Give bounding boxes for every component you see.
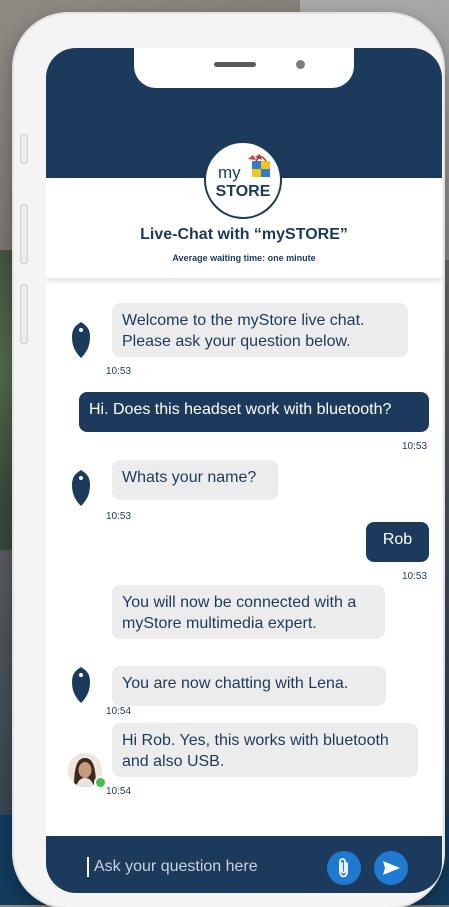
phone-side-button bbox=[20, 134, 28, 164]
phone-frame: my STORE Live-Chat with “mySTORE” Averag… bbox=[14, 14, 443, 907]
send-button[interactable] bbox=[374, 851, 408, 885]
message-bubble: Welcome to the myStore live chat. Please… bbox=[112, 303, 408, 357]
message-line: Please ask your question below. bbox=[122, 333, 351, 350]
message-line: Welcome to the myStore live chat. bbox=[122, 312, 365, 329]
paperclip-icon bbox=[339, 858, 348, 878]
message-time: 10:53 bbox=[106, 511, 132, 522]
store-logo: my STORE bbox=[204, 141, 282, 219]
message-list[interactable]: Welcome to the myStore live chat. Please… bbox=[46, 282, 442, 837]
phone-volume-down bbox=[20, 284, 28, 344]
shopping-bag-icon bbox=[248, 154, 270, 177]
message-bubble: Whats your name? bbox=[112, 460, 278, 500]
message-bubble: Rob bbox=[366, 522, 429, 562]
message-line: You are now chatting with Lena. bbox=[122, 675, 349, 692]
logo-text-my: my bbox=[218, 163, 241, 182]
message-time: 10:53 bbox=[402, 441, 428, 452]
message-line: You will now be connected with a bbox=[122, 594, 357, 611]
message-line: Hi Rob. Yes, this works with bluetooth bbox=[122, 732, 389, 749]
chat-composer bbox=[46, 836, 442, 893]
chat-title: Live-Chat with “mySTORE” bbox=[140, 226, 348, 243]
message-line: myStore multimedia expert. bbox=[122, 615, 317, 632]
phone-notch bbox=[134, 48, 354, 88]
bot-avatar-icon bbox=[72, 322, 90, 358]
message-line: and also USB. bbox=[122, 753, 225, 770]
message-bubble: You will now be connected with a myStore… bbox=[112, 585, 385, 639]
message-bubble: Hi Rob. Yes, this works with bluetooth a… bbox=[112, 723, 418, 777]
message-line: Whats your name? bbox=[122, 469, 257, 486]
attach-button[interactable] bbox=[327, 851, 361, 885]
phone-screen: my STORE Live-Chat with “mySTORE” Averag… bbox=[46, 48, 442, 893]
front-camera bbox=[296, 60, 305, 69]
message-input[interactable] bbox=[94, 850, 324, 884]
bot-avatar-icon bbox=[72, 470, 90, 506]
send-icon bbox=[383, 861, 400, 875]
waiting-time: Average waiting time: one minute bbox=[172, 253, 316, 263]
message-time: 10:53 bbox=[106, 366, 132, 377]
online-status-dot bbox=[94, 776, 107, 789]
logo-text-store: STORE bbox=[215, 183, 271, 200]
phone-volume-up bbox=[20, 204, 28, 264]
message-time: 10:54 bbox=[106, 706, 132, 717]
speaker-grille bbox=[214, 62, 256, 67]
message-line: Rob bbox=[382, 531, 413, 548]
message-time: 10:54 bbox=[106, 786, 132, 797]
message-bubble: Hi. Does this headset work with bluetoot… bbox=[79, 392, 429, 432]
message-line: Hi. Does this headset work with bluetoot… bbox=[89, 401, 392, 418]
text-cursor bbox=[87, 857, 89, 877]
bot-avatar-icon bbox=[72, 667, 90, 703]
message-bubble: You are now chatting with Lena. bbox=[112, 666, 386, 706]
message-time: 10:53 bbox=[402, 571, 428, 582]
